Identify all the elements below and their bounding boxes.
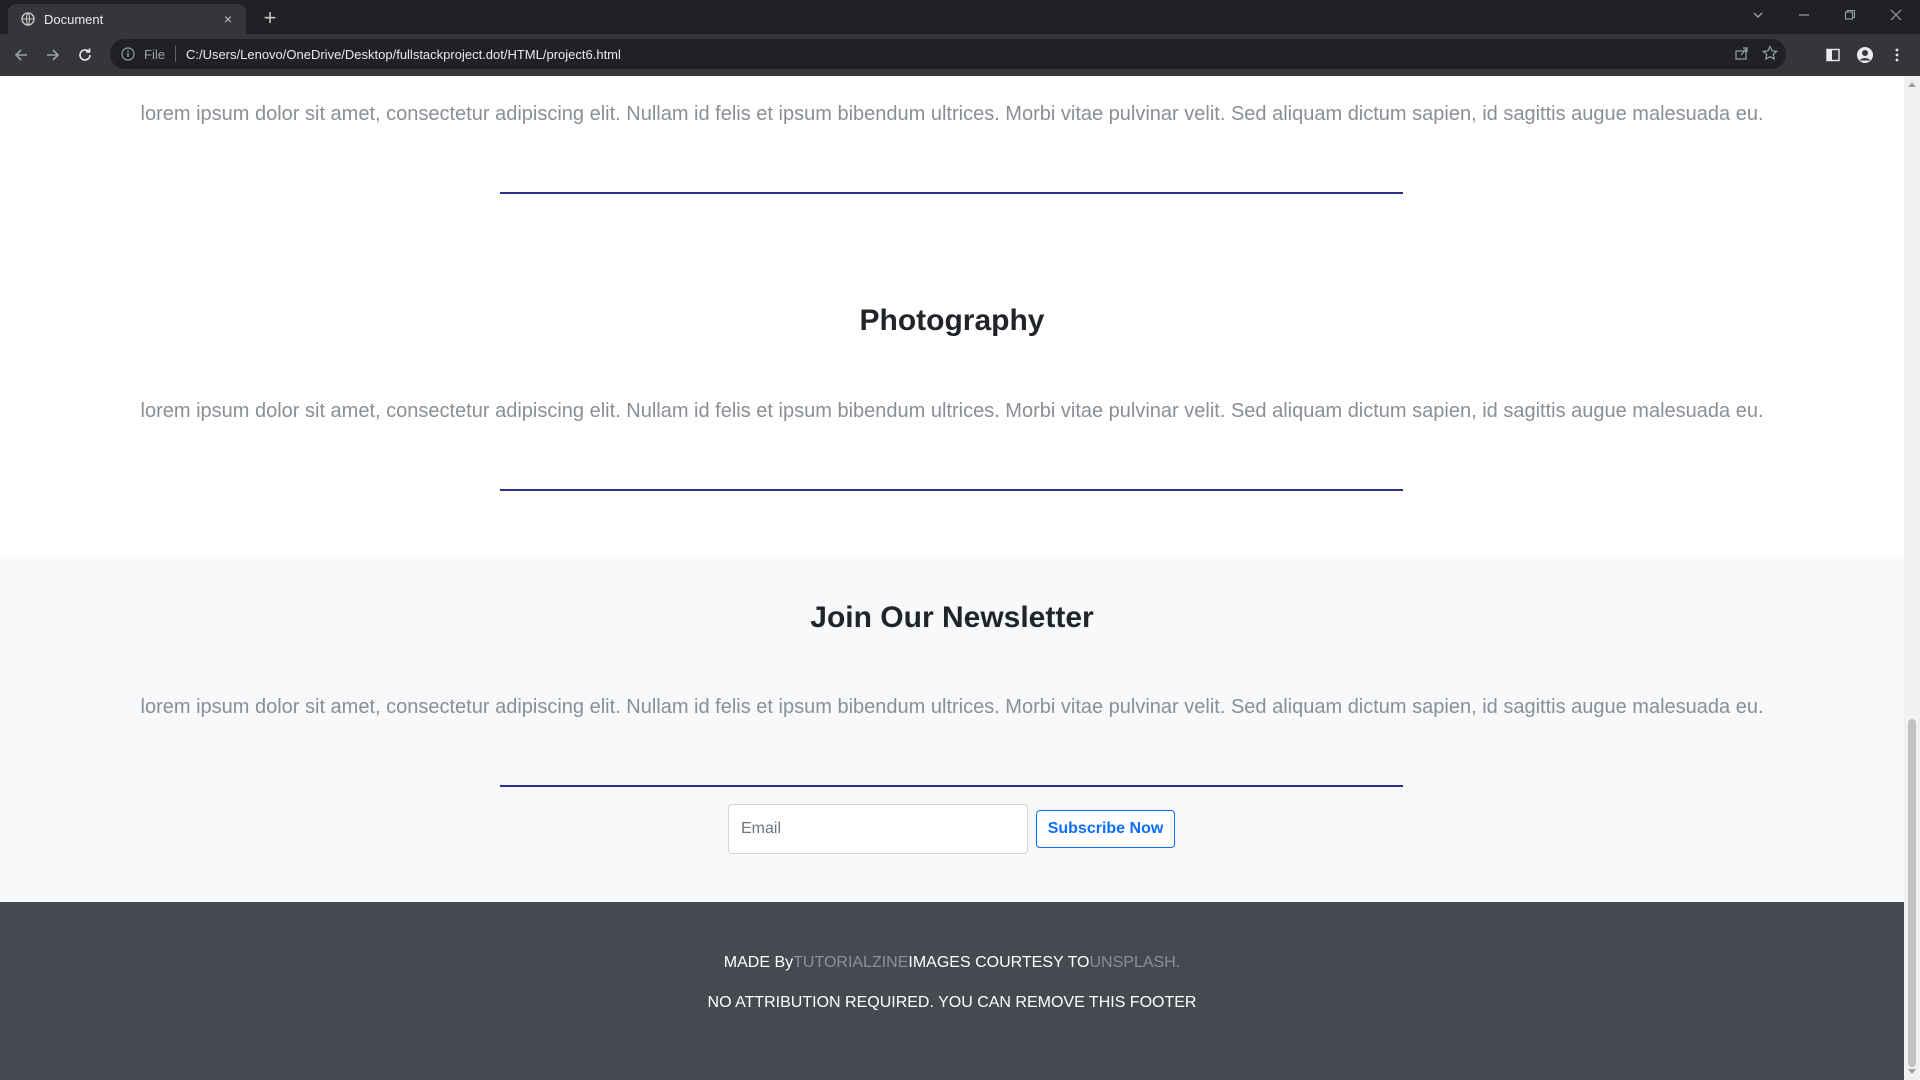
address-actions xyxy=(1734,45,1778,66)
newsletter-title: Join Our Newsletter xyxy=(810,601,1094,634)
close-window-icon[interactable] xyxy=(1876,0,1916,30)
section-divider xyxy=(500,489,1403,491)
restore-icon[interactable] xyxy=(1830,0,1870,30)
page-viewport: lorem ipsum dolor sit amet, consectetur … xyxy=(0,76,1904,1080)
back-icon[interactable] xyxy=(8,42,34,68)
tab-title: Document xyxy=(44,11,104,27)
page-scrollbar[interactable] xyxy=(1904,76,1920,1080)
section-divider xyxy=(500,192,1403,194)
scroll-thumb[interactable] xyxy=(1908,719,1916,1067)
address-url[interactable]: C:/Users/Lenovo/OneDrive/Desktop/fullsta… xyxy=(186,47,621,62)
reload-icon[interactable] xyxy=(72,42,98,68)
info-icon[interactable] xyxy=(120,46,136,62)
section-paragraph: lorem ipsum dolor sit amet, consectetur … xyxy=(140,103,1764,125)
close-tab-icon[interactable]: × xyxy=(220,11,236,27)
email-input[interactable] xyxy=(728,804,1028,854)
footer-link-unsplash[interactable]: UNSPLASH. xyxy=(1090,954,1181,971)
section-paragraph: lorem ipsum dolor sit amet, consectetur … xyxy=(140,400,1764,422)
bookmark-star-icon[interactable] xyxy=(1762,45,1778,66)
scroll-up-arrow-icon[interactable] xyxy=(1908,82,1916,87)
footer-link-tutorialzine[interactable]: TUTORIALZINE xyxy=(793,954,908,971)
newsletter-paragraph: lorem ipsum dolor sit amet, consectetur … xyxy=(140,696,1764,718)
browser-toolbar: File C:/Users/Lenovo/OneDrive/Desktop/fu… xyxy=(0,34,1920,76)
footer-credits: MADE ByTUTORIALZINEIMAGES COURTESY TOUNS… xyxy=(0,954,1904,972)
footer-images-courtesy: IMAGES COURTESY TO xyxy=(908,954,1090,971)
footer-attribution: NO ATTRIBUTION REQUIRED. YOU CAN REMOVE … xyxy=(707,994,1197,1011)
browser-tab[interactable]: Document × xyxy=(8,4,246,34)
address-divider xyxy=(174,46,176,62)
globe-icon xyxy=(20,11,36,27)
tab-search-icon[interactable] xyxy=(1738,0,1778,30)
subscribe-button[interactable]: Subscribe Now xyxy=(1036,810,1175,848)
section-title-photography: Photography xyxy=(859,304,1045,337)
page-footer: MADE ByTUTORIALZINEIMAGES COURTESY TOUNS… xyxy=(0,902,1904,1080)
address-scheme-label: File xyxy=(144,46,165,62)
minimize-icon[interactable] xyxy=(1784,0,1824,30)
address-bar[interactable]: File C:/Users/Lenovo/OneDrive/Desktop/fu… xyxy=(110,39,1786,69)
profile-avatar-icon[interactable] xyxy=(1852,42,1878,68)
side-panel-icon[interactable] xyxy=(1820,42,1846,68)
tab-strip: Document × + xyxy=(0,0,1920,34)
footer-made-by: MADE By xyxy=(723,954,794,971)
new-tab-button[interactable]: + xyxy=(258,6,282,30)
forward-icon[interactable] xyxy=(40,42,66,68)
share-icon[interactable] xyxy=(1734,45,1750,66)
scroll-down-arrow-icon[interactable] xyxy=(1908,1069,1916,1074)
newsletter-divider xyxy=(500,785,1403,787)
menu-kebab-icon[interactable] xyxy=(1884,42,1910,68)
